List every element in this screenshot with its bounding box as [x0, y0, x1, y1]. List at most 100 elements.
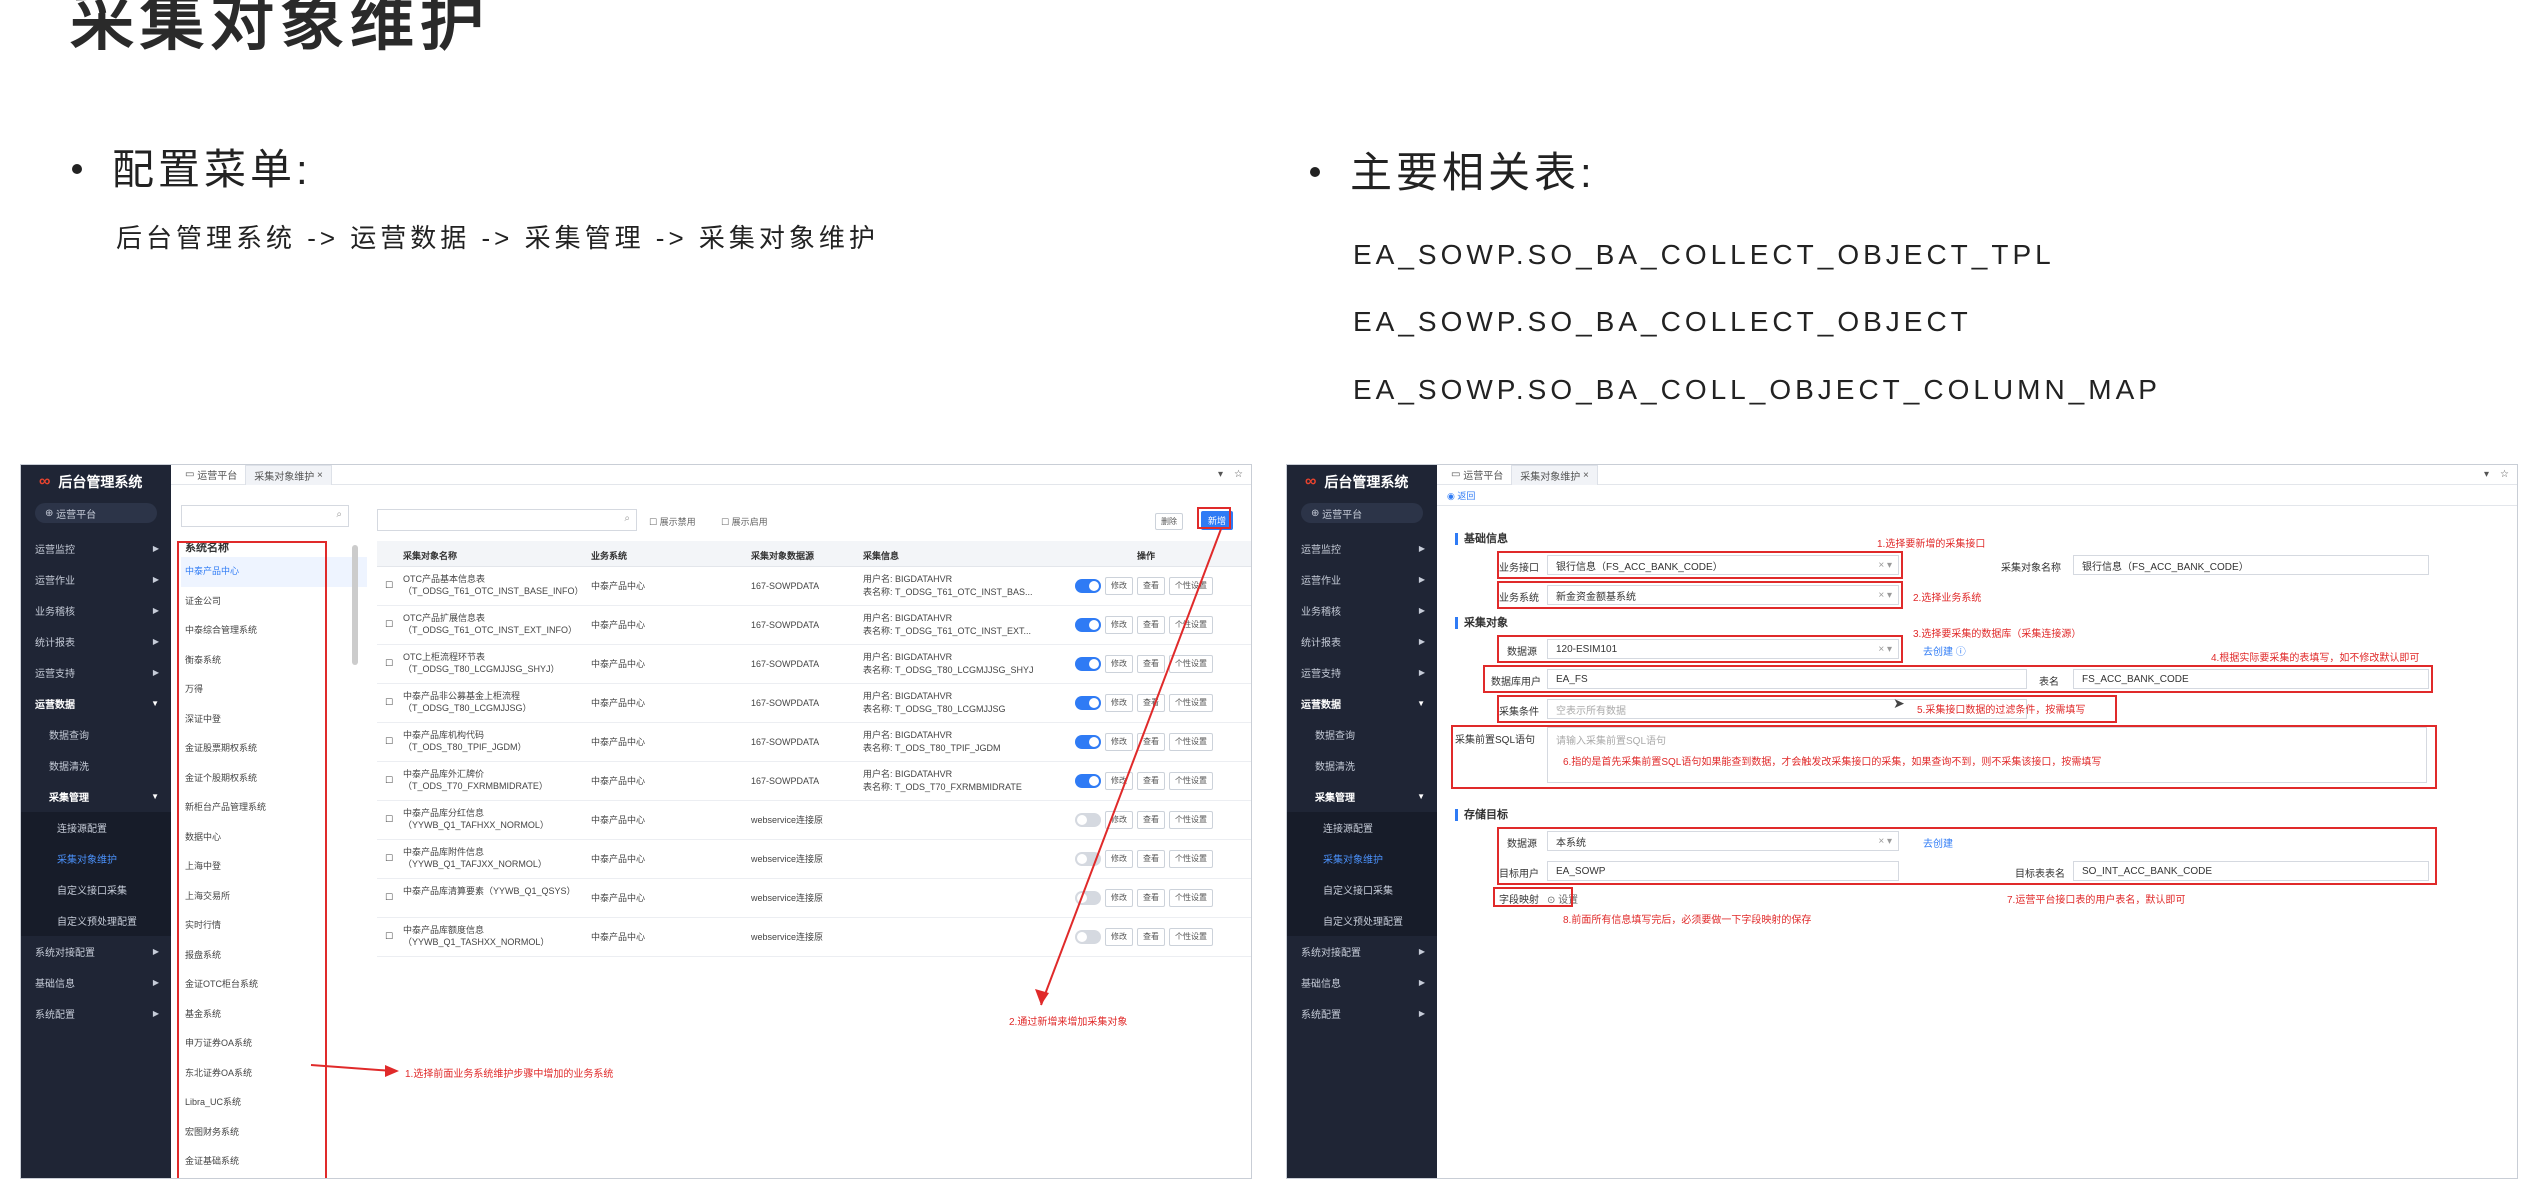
- sidebar-item[interactable]: 业务稽核 ▶: [1287, 595, 1437, 626]
- table-name: EA_SOWP.SO_BA_COLLECT_OBJECT_TPL: [1353, 239, 2055, 270]
- sidebar-item[interactable]: 运营支持 ▶: [1287, 657, 1437, 688]
- chevron-right-icon: ▶: [1418, 668, 1425, 677]
- star-icon[interactable]: ☆: [2500, 469, 2509, 480]
- objname-input[interactable]: 银行信息（FS_ACC_BANK_CODE）: [2073, 555, 2429, 575]
- chevron-right-icon: ▶: [1418, 947, 1425, 956]
- chevron-right-icon: ▶: [1418, 978, 1425, 987]
- sidebar-item[interactable]: 采集对象维护: [1287, 843, 1437, 874]
- note-6: 6.指的是首先采集前置SQL语句如果能查到数据，才会触发改采集接口的采集，如果查…: [1563, 757, 2102, 768]
- create-ds-label: 去创建: [1923, 647, 1953, 658]
- annotation-box: [1493, 887, 1573, 907]
- chevron-right-icon: ▶: [1418, 606, 1425, 615]
- note-7: 7.运营平台接口表的用户表名，默认即可: [2007, 895, 2186, 906]
- chevron-down-icon[interactable]: ▾: [2484, 469, 2489, 480]
- sidebar-item-label: 运营作业: [1301, 576, 1341, 587]
- chevron-down-icon: ▼: [1417, 792, 1425, 801]
- sidebar-item-label: 统计报表: [1301, 638, 1341, 649]
- sidebar-item[interactable]: 自定义接口采集: [1287, 874, 1437, 905]
- menu-path: 后台管理系统 -> 运营数据 -> 采集管理 -> 采集对象维护: [116, 223, 879, 253]
- sidebar-item[interactable]: 连接源配置: [1287, 812, 1437, 843]
- sidebar-item-label: 系统对接配置: [1301, 948, 1361, 959]
- sidebar-item[interactable]: 采集管理 ▼: [1287, 781, 1437, 812]
- sidebar-item-label: 自定义预处理配置: [1323, 917, 1403, 928]
- back-link[interactable]: ◉ 返回: [1447, 489, 1475, 502]
- sidebar: ∞ 后台管理系统 ⊕ 运营平台 运营监控 ▶ 运营作业 ▶ 业务稽核 ▶ 统计报表 ▶ 运营支持 ▶…: [1287, 465, 1437, 1178]
- sidebar-item[interactable]: 运营作业 ▶: [1287, 564, 1437, 595]
- logo-icon: ∞: [1305, 473, 1317, 490]
- sidebar-item-label: 连接源配置: [1323, 824, 1373, 835]
- menu-heading: 配置菜单:: [72, 145, 312, 195]
- note-8: 8.前面所有信息填写完后，必须要做一下字段映射的保存: [1563, 915, 1812, 926]
- chevron-right-icon: ▶: [1418, 1009, 1425, 1018]
- create-ds-link[interactable]: 去创建 ⓘ: [1923, 643, 1966, 658]
- sidebar-item-label: 采集对象维护: [1323, 855, 1383, 866]
- sidebar-item-label: 运营监控: [1301, 545, 1341, 556]
- sidebar-item[interactable]: 系统对接配置 ▶: [1287, 936, 1437, 967]
- table-name: EA_SOWP.SO_BA_COLLECT_OBJECT: [1353, 306, 1972, 337]
- info-icon: ⓘ: [1955, 647, 1966, 658]
- sidebar-item[interactable]: 数据清洗: [1287, 750, 1437, 781]
- sidebar-item-label: 运营支持: [1301, 669, 1341, 680]
- sidebar-item[interactable]: 系统配置 ▶: [1287, 998, 1437, 1029]
- sidebar-item-label: 业务稽核: [1301, 607, 1341, 618]
- section-object: 采集对象: [1455, 617, 1508, 629]
- annotation-box: [1497, 551, 1903, 579]
- divider: [1437, 505, 2517, 506]
- tab-current-label: 采集对象维护: [1520, 471, 1581, 483]
- sidebar-item-label: 基础信息: [1301, 979, 1341, 990]
- sidebar-item-label: 采集管理: [1315, 793, 1355, 804]
- left-screenshot: ∞ 后台管理系统 ⊕ 运营平台 运营监控 ▶ 运营作业 ▶ 业务稽核 ▶ 统计报表 ▶ 运营支持 ▶…: [20, 464, 1252, 1179]
- tab-bar: ▭ 运营平台 采集对象维护 × ▾ ☆: [1437, 465, 2517, 485]
- chevron-down-icon: ▼: [1417, 699, 1425, 708]
- close-icon[interactable]: ×: [1583, 470, 1589, 481]
- tab-home[interactable]: ▭ 运营平台: [1443, 465, 1511, 485]
- note-5: 5.采集接口数据的过滤条件，按需填写: [1917, 705, 2086, 716]
- objname-value: 银行信息（FS_ACC_BANK_CODE）: [2082, 561, 2249, 573]
- arrow-icon: [310, 528, 1222, 1077]
- tab-current[interactable]: 采集对象维护 ×: [1511, 465, 1598, 485]
- tab-home-label: 运营平台: [1463, 471, 1504, 482]
- sidebar-item[interactable]: 运营监控 ▶: [1287, 533, 1437, 564]
- note-3: 3.选择要采集的数据库（采集连接源）: [1913, 629, 2082, 640]
- annotation-box: [1497, 827, 2437, 885]
- sidebar-item-label: 数据查询: [1315, 731, 1355, 742]
- bullet-dot: [72, 163, 82, 174]
- note-add-object: 2.通过新增来增加采集对象: [1009, 1017, 1128, 1028]
- platform-label: 运营平台: [1322, 509, 1363, 521]
- annotation-box: [1483, 665, 2433, 693]
- note-1: 1.选择要新增的采集接口: [1877, 539, 1986, 550]
- monitor-icon: ▭: [1451, 469, 1464, 480]
- sidebar-item-label: 数据清洗: [1315, 762, 1355, 773]
- sidebar-item[interactable]: 数据查询: [1287, 719, 1437, 750]
- right-screenshot: ∞ 后台管理系统 ⊕ 运营平台 运营监控 ▶ 运营作业 ▶ 业务稽核 ▶ 统计报表 ▶ 运营支持 ▶…: [1286, 464, 2518, 1179]
- sidebar-item[interactable]: 统计报表 ▶: [1287, 626, 1437, 657]
- chevron-right-icon: ▶: [1418, 637, 1425, 646]
- note-2: 2.选择业务系统: [1913, 593, 1982, 604]
- slide-title: 采集对象维护: [70, 0, 490, 58]
- app-name: 后台管理系统: [1324, 474, 1409, 490]
- label-objname: 采集对象名称: [2001, 563, 2061, 574]
- app-logo: ∞ 后台管理系统: [1287, 465, 1437, 499]
- chevron-right-icon: ▶: [1418, 575, 1425, 584]
- annotation-box: [1497, 635, 1903, 663]
- sidebar-menu: 运营监控 ▶ 运营作业 ▶ 业务稽核 ▶ 统计报表 ▶ 运营支持 ▶ 运营数据 ▼ 数据查询数据清洗采集…: [1287, 533, 1437, 1029]
- note-select-system: 1.选择前面业务系统维护步骤中增加的业务系统: [405, 1069, 614, 1080]
- annotation-box: [1497, 581, 1903, 609]
- sidebar-item-label: 自定义接口采集: [1323, 886, 1393, 897]
- platform-switch[interactable]: ⊕ 运营平台: [1301, 503, 1423, 523]
- sidebar-item[interactable]: 自定义预处理配置: [1287, 905, 1437, 936]
- back-label: 返回: [1457, 491, 1476, 501]
- sidebar-item-label: 系统配置: [1301, 1010, 1341, 1021]
- section-target: 存储目标: [1455, 809, 1508, 821]
- menu-heading-text: 配置菜单:: [112, 146, 312, 193]
- sidebar-item-label: 运营数据: [1301, 700, 1341, 711]
- tables-heading-text: 主要相关表:: [1350, 149, 1596, 196]
- tables-heading: 主要相关表:: [1310, 148, 1596, 198]
- sidebar-item[interactable]: 运营数据 ▼: [1287, 688, 1437, 719]
- chevron-right-icon: ▶: [1418, 544, 1425, 553]
- section-basic: 基础信息: [1455, 533, 1508, 545]
- table-name: EA_SOWP.SO_BA_COLL_OBJECT_COLUMN_MAP: [1353, 374, 2161, 405]
- note-4: 4.根据实际要采集的表填写，如不修改默认即可: [2211, 653, 2420, 664]
- bullet-dot: [1310, 166, 1320, 177]
- sidebar-item[interactable]: 基础信息 ▶: [1287, 967, 1437, 998]
